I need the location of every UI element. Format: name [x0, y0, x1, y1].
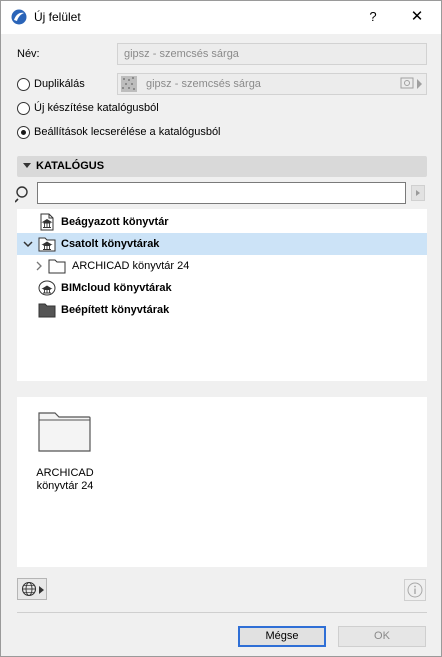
- help-button[interactable]: ?: [361, 6, 385, 28]
- folder-icon: [38, 412, 91, 452]
- folder-icon: [48, 259, 66, 274]
- cancel-button[interactable]: Mégse: [238, 626, 326, 647]
- tree-item-label: BIMcloud könyvtárak: [61, 282, 172, 294]
- tree-item-label: Beépített könyvtárak: [61, 304, 170, 316]
- search-input[interactable]: [37, 182, 406, 204]
- tree-item-bimcloud-libraries[interactable]: BIMcloud könyvtárak: [17, 277, 427, 299]
- info-icon: [407, 582, 423, 598]
- preview-item[interactable]: ARCHICAD könyvtár 24: [17, 397, 113, 497]
- ok-button[interactable]: OK: [338, 626, 426, 647]
- search-icon: [15, 186, 28, 203]
- bimcloud-icon: [38, 280, 56, 296]
- chevron-right-icon: [417, 79, 422, 89]
- image-icon: [400, 77, 414, 89]
- tree-item-label: Csatolt könyvtárak: [61, 238, 160, 250]
- preview-item-label: ARCHICAD könyvtár 24: [25, 467, 105, 493]
- linked-libraries-icon: [38, 237, 56, 252]
- embedded-library-icon: [40, 213, 54, 231]
- tree-item-label: Beágyazott könyvtár: [61, 216, 169, 228]
- tree-item-label: ARCHICAD könyvtár 24: [72, 260, 190, 272]
- chevron-down-icon[interactable]: [22, 237, 34, 251]
- catalog-header-label: KATALÓGUS: [36, 160, 105, 172]
- tree-item-archicad-library[interactable]: ARCHICAD könyvtár 24: [17, 255, 427, 277]
- title-bar: Új felület ? ✕: [1, 1, 441, 34]
- close-button[interactable]: ✕: [405, 6, 429, 28]
- collapse-triangle-icon: [23, 163, 31, 168]
- library-tree[interactable]: Beágyazott könyvtár Csatolt könyvtárak A…: [17, 209, 427, 381]
- tree-item-linked-libraries[interactable]: Csatolt könyvtárak: [17, 233, 427, 255]
- preview-item-label-line2: könyvtár 24: [36, 480, 94, 492]
- radio-replace-settings[interactable]: [17, 126, 30, 139]
- search-go-button[interactable]: [411, 185, 425, 201]
- radio-duplicate[interactable]: [17, 78, 30, 91]
- preview-pane: ARCHICAD könyvtár 24: [17, 397, 427, 567]
- archicad-app-icon: [11, 9, 27, 25]
- tree-item-builtin-libraries[interactable]: Beépített könyvtárak: [17, 299, 427, 321]
- chevron-right-icon: [39, 586, 44, 594]
- hatch-swatch-icon: [121, 76, 137, 92]
- catalog-section-header[interactable]: KATALÓGUS: [17, 156, 427, 177]
- radio-replace-settings-label: Beállítások lecserélése a katalógusból: [34, 126, 221, 138]
- tree-item-embedded-library[interactable]: Beágyazott könyvtár: [17, 211, 427, 233]
- radio-new-from-catalog-label: Új készítése katalógusból: [34, 102, 159, 114]
- name-field: gipsz - szemcsés sárga: [117, 43, 427, 65]
- builtin-folder-icon: [38, 303, 56, 318]
- preview-item-label-line1: ARCHICAD: [36, 467, 94, 479]
- name-label: Név:: [17, 48, 40, 60]
- info-button[interactable]: [404, 579, 426, 601]
- window-title: Új felület: [34, 10, 81, 24]
- duplicate-source-select: gipsz - szemcsés sárga: [117, 73, 427, 95]
- duplicate-source-value: gipsz - szemcsés sárga: [146, 78, 261, 90]
- footer-divider: [17, 612, 427, 613]
- language-button[interactable]: [17, 578, 47, 600]
- chevron-right-icon[interactable]: [33, 259, 45, 273]
- globe-icon: [21, 581, 37, 597]
- dialog-window: Új felület ? ✕ Név: gipsz - szemcsés sár…: [0, 0, 442, 657]
- radio-new-from-catalog[interactable]: [17, 102, 30, 115]
- radio-duplicate-label: Duplikálás: [34, 78, 85, 90]
